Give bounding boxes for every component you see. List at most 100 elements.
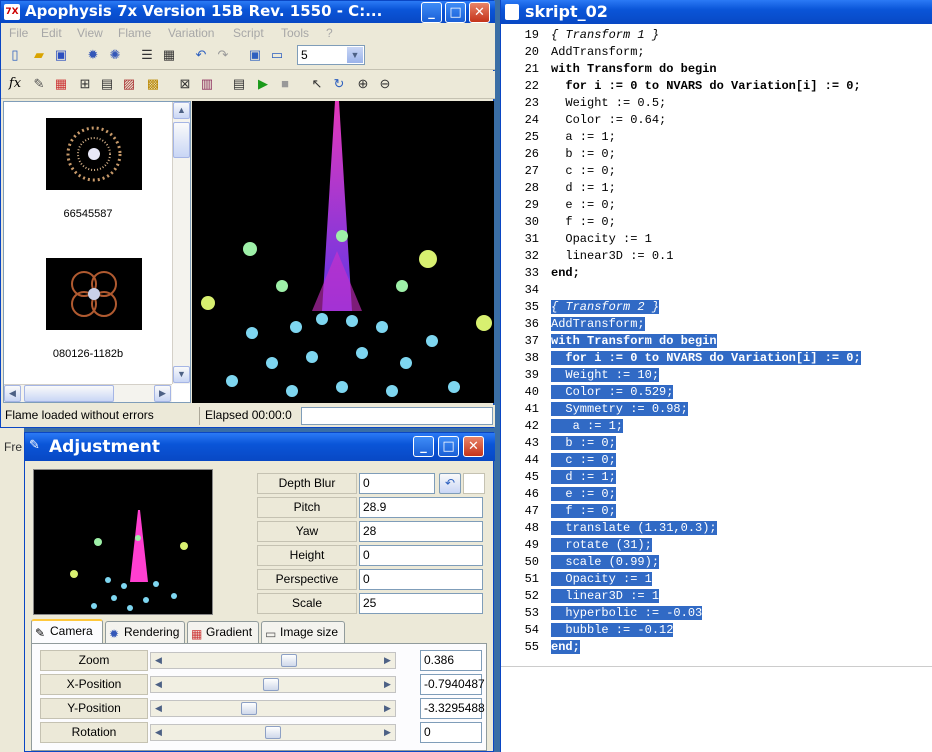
y-position-slider[interactable]: ◀ ▶	[150, 700, 396, 717]
maximize-button[interactable]: □	[438, 436, 459, 457]
y-position-input[interactable]: -3.3295488	[420, 698, 485, 719]
slider-right-icon[interactable]: ▶	[380, 725, 395, 740]
code-line[interactable]: 47 f := 0;	[501, 504, 932, 521]
code-line[interactable]: 54 bubble := -0.12	[501, 623, 932, 640]
icon-view-icon[interactable]: ▦	[161, 47, 177, 63]
code-line[interactable]: 40 Color := 0.529;	[501, 385, 932, 402]
thumbnail-image[interactable]	[46, 118, 142, 190]
x-position-slider[interactable]: ◀ ▶	[150, 676, 396, 693]
code-line[interactable]: 28 d := 1;	[501, 181, 932, 198]
undo-icon[interactable]: ↶	[193, 47, 209, 63]
edit-icon[interactable]: ✎	[31, 76, 47, 92]
code-line[interactable]: 31 Opacity := 1	[501, 232, 932, 249]
code-line[interactable]: 20 AddTransform;	[501, 45, 932, 62]
code-line[interactable]: 23 Weight := 0.5;	[501, 96, 932, 113]
code-line[interactable]: 45 d := 1;	[501, 470, 932, 487]
pitch-input[interactable]: 28.9	[359, 497, 483, 518]
stop-icon[interactable]: ■	[277, 76, 293, 92]
scale-input[interactable]: 25	[359, 593, 483, 614]
zoom-input[interactable]: 0.386	[420, 650, 482, 671]
menu-variation[interactable]: Variation	[168, 26, 214, 40]
close-button[interactable]: ✕	[469, 2, 490, 23]
apophysis-titlebar[interactable]: 7X Apophysis 7x Version 15B Rev. 1550 - …	[1, 1, 495, 23]
code-line[interactable]: 53 hyperbolic := -0.03	[501, 606, 932, 623]
slider-left-icon[interactable]: ◀	[151, 701, 166, 716]
zoom-slider[interactable]: ◀ ▶	[150, 652, 396, 669]
play-icon[interactable]: ▶	[255, 76, 271, 92]
thumbnail-vscrollbar[interactable]: ▲ ▼	[172, 102, 190, 384]
menu-help[interactable]: ?	[326, 26, 333, 40]
script-titlebar[interactable]: skript_02	[501, 0, 932, 24]
code-line[interactable]: 19 { Transform 1 }	[501, 28, 932, 45]
flame-render-preview[interactable]	[192, 101, 494, 403]
code-line[interactable]: 22 for i := 0 to NVARS do Variation[i] :…	[501, 79, 932, 96]
code-line[interactable]: 38 for i := 0 to NVARS do Variation[i] :…	[501, 351, 932, 368]
thumbnail-hscrollbar[interactable]: ◀ ▶	[4, 384, 172, 402]
code-line[interactable]: 35 { Transform 2 }	[501, 300, 932, 317]
rotation-input[interactable]: 0	[420, 722, 482, 743]
code-line[interactable]: 43 b := 0;	[501, 436, 932, 453]
code-line[interactable]: 48 translate (1.31,0.3);	[501, 521, 932, 538]
gear-icon[interactable]: ✹	[85, 47, 101, 63]
menu-edit[interactable]: Edit	[41, 26, 62, 40]
menu-tools[interactable]: Tools	[281, 26, 309, 40]
film-icon[interactable]: ▥	[199, 76, 215, 92]
menu-view[interactable]: View	[77, 26, 103, 40]
zoom-in-icon[interactable]: ⊕	[355, 76, 371, 92]
code-line[interactable]: 29 e := 0;	[501, 198, 932, 215]
code-line[interactable]: 37 with Transform do begin	[501, 334, 932, 351]
close-button[interactable]: ✕	[463, 436, 484, 457]
code-line[interactable]: 55 end;	[501, 640, 932, 657]
code-line[interactable]: 52 linear3D := 1	[501, 589, 932, 606]
scroll-right-icon[interactable]: ▶	[154, 385, 171, 402]
scroll-down-icon[interactable]: ▼	[173, 366, 190, 383]
tab-image-size[interactable]: ▭ Image size	[261, 621, 345, 643]
crop-icon[interactable]: ⊠	[177, 76, 193, 92]
code-line[interactable]: 24 Color := 0.64;	[501, 113, 932, 130]
slider-right-icon[interactable]: ▶	[380, 653, 395, 668]
code-line[interactable]: 50 scale (0.99);	[501, 555, 932, 572]
new-icon[interactable]: ▯	[7, 47, 23, 63]
scroll-left-icon[interactable]: ◀	[4, 385, 21, 402]
scroll-up-icon[interactable]: ▲	[173, 102, 190, 119]
slider-left-icon[interactable]: ◀	[151, 677, 166, 692]
zoom-combo[interactable]: 5 ▼	[297, 45, 365, 65]
adjust-icon[interactable]: ▤	[99, 76, 115, 92]
formula-icon[interactable]: fx	[7, 76, 23, 92]
code-line[interactable]: 21 with Transform do begin	[501, 62, 932, 79]
code-line[interactable]: 44 c := 0;	[501, 453, 932, 470]
code-line[interactable]: 36 AddTransform;	[501, 317, 932, 334]
redo-icon[interactable]: ↷	[215, 47, 231, 63]
thumbnail-list[interactable]: 66545587 080126-1182b ▲ ▼ ◀ ▶	[3, 101, 191, 403]
slider-thumb[interactable]	[265, 726, 281, 739]
slider-left-icon[interactable]: ◀	[151, 653, 166, 668]
code-line[interactable]: 33 end;	[501, 266, 932, 283]
rotation-slider[interactable]: ◀ ▶	[150, 724, 396, 741]
minimize-button[interactable]: _	[421, 2, 442, 23]
open-folder-icon[interactable]: ▰	[31, 47, 47, 63]
slider-thumb[interactable]	[241, 702, 257, 715]
pointer-icon[interactable]: ↖	[309, 76, 325, 92]
palette-icon[interactable]: ▦	[53, 76, 69, 92]
tab-rendering[interactable]: ✹ Rendering	[105, 621, 185, 643]
grid-icon[interactable]: ⊞	[77, 76, 93, 92]
height-input[interactable]: 0	[359, 545, 483, 566]
tab-camera[interactable]: ✎ Camera	[31, 619, 103, 643]
code-line[interactable]: 41 Symmetry := 0.98;	[501, 402, 932, 419]
menu-file[interactable]: File	[9, 26, 28, 40]
save-icon[interactable]: ▣	[53, 47, 69, 63]
window-icon[interactable]: ▭	[269, 47, 285, 63]
rotate-icon[interactable]: ↻	[331, 76, 347, 92]
depth-blur-input[interactable]: 0	[359, 473, 435, 494]
code-line[interactable]: 34	[501, 283, 932, 300]
code-line[interactable]: 39 Weight := 10;	[501, 368, 932, 385]
minimize-button[interactable]: _	[413, 436, 434, 457]
zoom-out-icon[interactable]: ⊖	[377, 76, 393, 92]
fullscreen-icon[interactable]: ▣	[247, 47, 263, 63]
code-line[interactable]: 30 f := 0;	[501, 215, 932, 232]
options-icon[interactable]: ▩	[145, 76, 161, 92]
code-line[interactable]: 42 a := 1;	[501, 419, 932, 436]
yaw-input[interactable]: 28	[359, 521, 483, 542]
menu-script[interactable]: Script	[233, 26, 264, 40]
mutate-icon[interactable]: ▨	[121, 76, 137, 92]
